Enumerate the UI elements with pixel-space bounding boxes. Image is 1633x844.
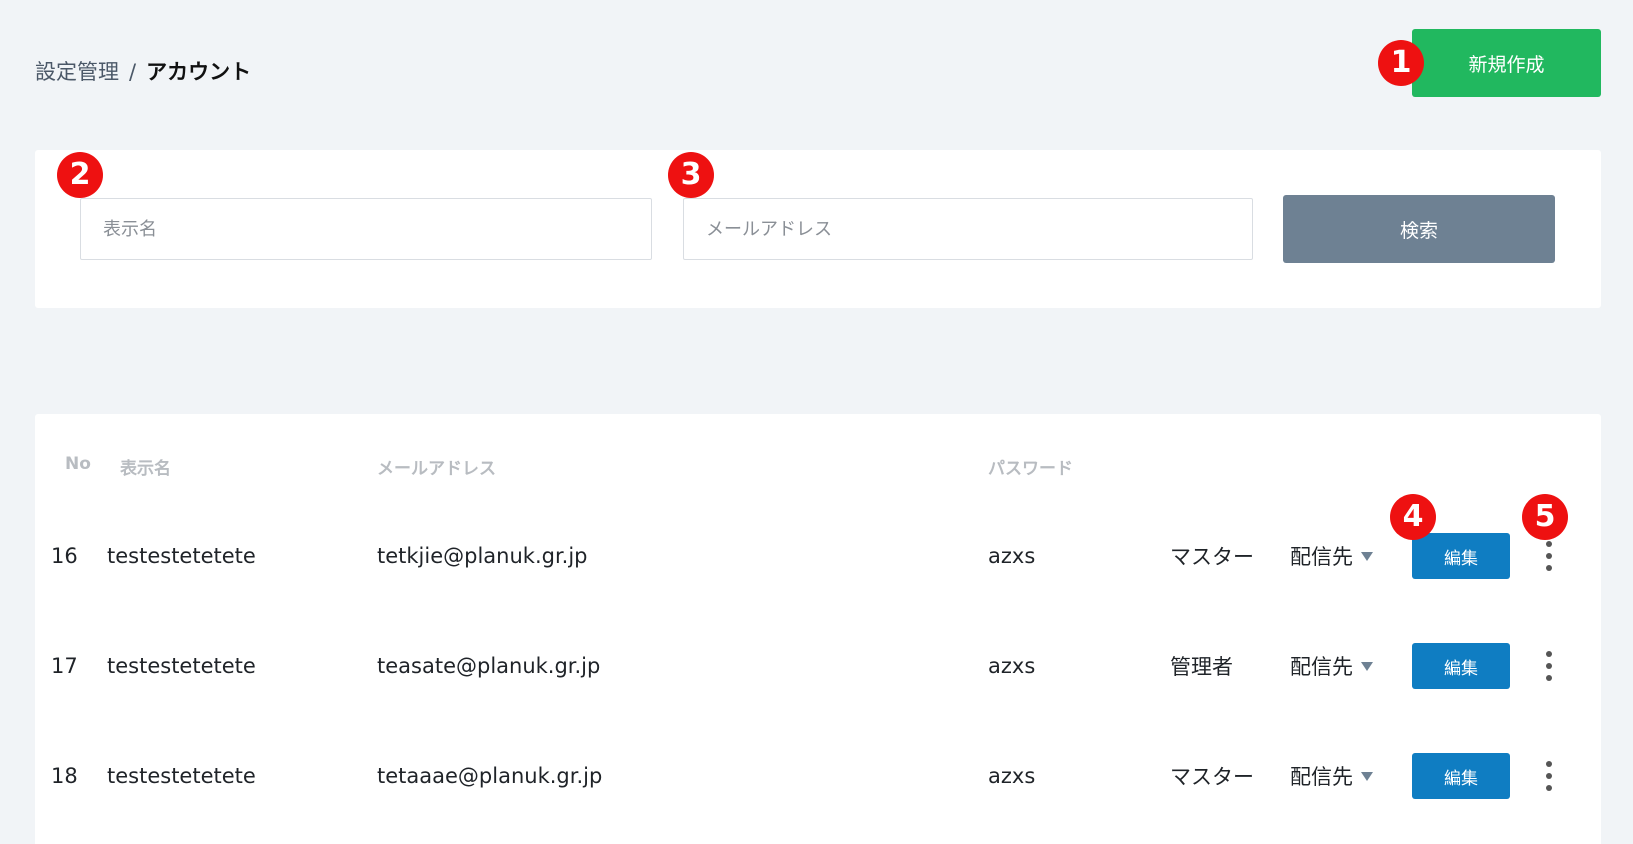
annotation-marker-3: 3 [668, 152, 714, 198]
column-header-email: メールアドレス [377, 459, 496, 479]
create-new-button[interactable]: 新規作成 [1412, 29, 1601, 97]
annotation-marker-1: 1 [1378, 40, 1424, 86]
column-header-name: 表示名 [120, 459, 171, 479]
column-header-no: No [65, 454, 91, 474]
destination-dropdown[interactable]: 配信先 [1290, 761, 1373, 791]
email-input[interactable] [683, 198, 1253, 260]
more-options-icon[interactable] [1537, 538, 1561, 574]
page-title: アカウント [146, 60, 252, 84]
row-no: 18 [51, 764, 78, 788]
search-panel: 検索 [35, 150, 1601, 308]
table-row: 17 testestetetete teasate@planuk.gr.jp a… [35, 611, 1601, 721]
row-name: testestetetete [107, 764, 256, 788]
table-row: 18 testestetetete tetaaae@planuk.gr.jp a… [35, 721, 1601, 831]
caret-down-icon [1361, 661, 1373, 671]
destination-label: 配信先 [1290, 765, 1353, 789]
table-row: 16 testestetetete tetkjie@planuk.gr.jp a… [35, 501, 1601, 611]
annotation-marker-2: 2 [57, 152, 103, 198]
breadcrumb-separator: / [129, 60, 137, 84]
row-name: testestetetete [107, 544, 256, 568]
row-no: 17 [51, 654, 78, 678]
breadcrumb-parent[interactable]: 設定管理 [35, 56, 119, 86]
destination-dropdown[interactable]: 配信先 [1290, 541, 1373, 571]
search-button[interactable]: 検索 [1283, 195, 1555, 263]
row-password: azxs [988, 764, 1036, 788]
row-email: tetaaae@planuk.gr.jp [377, 764, 603, 788]
edit-button[interactable]: 編集 [1412, 753, 1510, 799]
row-password: azxs [988, 544, 1036, 568]
row-name: testestetetete [107, 654, 256, 678]
column-header-password: パスワード [988, 459, 1073, 479]
edit-button[interactable]: 編集 [1412, 643, 1510, 689]
row-role: 管理者 [1170, 655, 1233, 679]
account-table: No 表示名 メールアドレス パスワード 16 testestetetete t… [35, 414, 1601, 844]
row-role: マスター [1170, 545, 1254, 569]
annotation-marker-5: 5 [1522, 494, 1568, 540]
row-email: teasate@planuk.gr.jp [377, 654, 601, 678]
caret-down-icon [1361, 771, 1373, 781]
edit-button[interactable]: 編集 [1412, 533, 1510, 579]
more-options-icon[interactable] [1537, 648, 1561, 684]
display-name-input[interactable] [80, 198, 652, 260]
row-no: 16 [51, 544, 78, 568]
more-options-icon[interactable] [1537, 758, 1561, 794]
destination-label: 配信先 [1290, 545, 1353, 569]
row-role: マスター [1170, 765, 1254, 789]
caret-down-icon [1361, 551, 1373, 561]
destination-label: 配信先 [1290, 655, 1353, 679]
row-password: azxs [988, 654, 1036, 678]
row-email: tetkjie@planuk.gr.jp [377, 544, 588, 568]
breadcrumb: 設定管理 / アカウント [35, 56, 251, 86]
destination-dropdown[interactable]: 配信先 [1290, 651, 1373, 681]
annotation-marker-4: 4 [1390, 494, 1436, 540]
